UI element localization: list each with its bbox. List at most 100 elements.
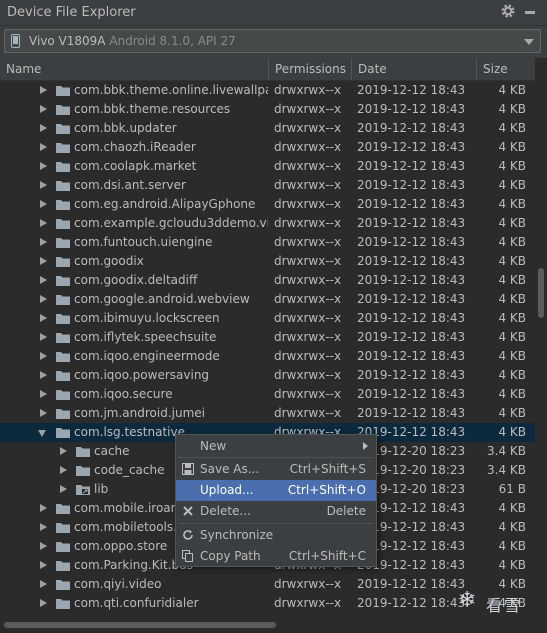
table-row[interactable]: com.qiyi.video drwxrwx--x 2019-12-12 18:43…: [0, 575, 535, 594]
file-permissions: drwxrwx--x: [274, 577, 342, 591]
folder-icon: [56, 561, 70, 571]
column-date[interactable]: Date: [351, 58, 476, 80]
menu-delete[interactable]: Delete... Delete: [176, 501, 376, 522]
folder-icon: [56, 181, 70, 191]
file-permissions: drwxrwx--x: [274, 197, 342, 211]
table-row[interactable]: com.goodix drwxrwx--x 2019-12-12 18:43 4 KB: [0, 252, 535, 271]
chevron-right-icon[interactable]: [40, 523, 47, 531]
folder-icon: [56, 523, 70, 533]
watermark: ❄ 看雪: [458, 586, 538, 616]
table-row[interactable]: com.iqoo.engineermode drwxrwx--x 2019-12-1…: [0, 347, 535, 366]
minimize-icon[interactable]: [525, 11, 535, 14]
device-selector[interactable]: Vivo V1809A Android 8.1.0, API 27: [4, 29, 541, 53]
column-permissions[interactable]: Permissions: [268, 58, 351, 80]
chevron-right-icon[interactable]: [40, 105, 47, 113]
folder-icon: [76, 447, 90, 457]
file-date: 2019-12-12 18:43: [357, 140, 466, 154]
file-permissions: drwxrwx--x: [274, 596, 342, 610]
menu-item-shortcut: Ctrl+Shift+C: [288, 549, 366, 563]
chevron-right-icon[interactable]: [40, 542, 47, 550]
table-row[interactable]: com.chaozh.iReader drwxrwx--x 2019-12-12 1…: [0, 138, 535, 157]
folder-icon: [56, 257, 70, 267]
chevron-right-icon[interactable]: [40, 504, 47, 512]
table-row[interactable]: com.funtouch.uiengine drwxrwx--x 2019-12-1…: [0, 233, 535, 252]
file-date: 2019-12-12 18:43: [357, 577, 466, 591]
table-row[interactable]: com.iqoo.secure drwxrwx--x 2019-12-12 18:4…: [0, 385, 535, 404]
horizontal-scrollbar-thumb[interactable]: [4, 622, 276, 628]
menu-synchronize[interactable]: Synchronize: [176, 525, 376, 546]
sync-icon: [182, 529, 194, 541]
table-row[interactable]: com.ibimuyu.lockscreen drwxrwx--x 2019-12-…: [0, 309, 535, 328]
chevron-right-icon[interactable]: [40, 86, 47, 94]
chevron-right-icon[interactable]: [40, 561, 47, 569]
chevron-right-icon[interactable]: [40, 314, 47, 322]
file-name: com.iqoo.powersaving: [74, 368, 210, 382]
chevron-right-icon[interactable]: [40, 257, 47, 265]
table-row[interactable]: com.coolapk.market drwxrwx--x 2019-12-12 1…: [0, 157, 535, 176]
file-size: 4 KB: [498, 292, 526, 306]
folder-icon: [56, 295, 70, 305]
column-name[interactable]: Name: [0, 58, 268, 80]
file-date: 2019-12-12 18:43: [357, 235, 466, 249]
file-date: 2019-12-12 18:43: [357, 83, 466, 97]
chevron-down-icon[interactable]: [524, 39, 534, 45]
chevron-down-icon[interactable]: [38, 430, 46, 437]
file-date: 2019-12-12 18:43: [357, 216, 466, 230]
menu-new[interactable]: New: [176, 436, 376, 457]
table-row[interactable]: com.iflytek.speechsuite drwxrwx--x 2019-12…: [0, 328, 535, 347]
folder-icon: [56, 200, 70, 210]
file-size: 3.4 KB: [487, 444, 526, 458]
menu-upload[interactable]: Upload... Ctrl+Shift+O: [176, 480, 376, 501]
chevron-right-icon[interactable]: [40, 219, 47, 227]
file-size: 4 KB: [498, 254, 526, 268]
chevron-right-icon[interactable]: [40, 238, 47, 246]
folder-icon: [56, 390, 70, 400]
table-row[interactable]: com.jm.android.jumei drwxrwx--x 2019-12-12…: [0, 404, 535, 423]
chevron-right-icon[interactable]: [40, 124, 47, 132]
file-date: 2019-12-12 18:43: [357, 273, 466, 287]
menu-copy-path[interactable]: Copy Path Ctrl+Shift+C: [176, 546, 376, 567]
file-permissions: drwxrwx--x: [274, 254, 342, 268]
vertical-scrollbar[interactable]: [535, 58, 547, 618]
vertical-scrollbar-thumb[interactable]: [538, 268, 544, 318]
chevron-right-icon[interactable]: [40, 181, 47, 189]
file-permissions: drwxrwx--x: [274, 368, 342, 382]
chevron-right-icon[interactable]: [40, 295, 47, 303]
folder-icon: [56, 580, 70, 590]
menu-save-as[interactable]: Save As... Ctrl+Shift+S: [176, 459, 376, 480]
chevron-right-icon[interactable]: [40, 352, 47, 360]
table-row[interactable]: com.bbk.theme.online.livewallpaper drwxrw…: [0, 81, 535, 100]
horizontal-scrollbar[interactable]: [0, 616, 547, 633]
chevron-right-icon[interactable]: [60, 466, 67, 474]
table-row[interactable]: com.goodix.deltadiff drwxrwx--x 2019-12-12…: [0, 271, 535, 290]
chevron-right-icon[interactable]: [40, 276, 47, 284]
table-row[interactable]: com.qti.confuridialer drwxrwx--x 2019-12-1…: [0, 594, 535, 613]
file-name: com.funtouch.uiengine: [74, 235, 213, 249]
chevron-right-icon[interactable]: [60, 447, 67, 455]
chevron-right-icon[interactable]: [40, 162, 47, 170]
column-size[interactable]: Size: [476, 58, 535, 80]
table-row[interactable]: com.iqoo.powersaving drwxrwx--x 2019-12-12…: [0, 366, 535, 385]
table-row[interactable]: com.example.gcloudu3ddemo.vivo drwxrwx--x…: [0, 214, 535, 233]
table-row[interactable]: com.google.android.webview drwxrwx--x 2019…: [0, 290, 535, 309]
chevron-right-icon[interactable]: [40, 143, 47, 151]
file-date: 2019-12-12 18:43: [357, 178, 466, 192]
file-name: com.goodix: [74, 254, 144, 268]
chevron-right-icon[interactable]: [40, 599, 47, 607]
table-row[interactable]: com.bbk.theme.resources drwxrwx--x 2019-12…: [0, 100, 535, 119]
chevron-right-icon[interactable]: [40, 409, 47, 417]
table-row[interactable]: com.bbk.updater drwxrwx--x 2019-12-12 18:4…: [0, 119, 535, 138]
chevron-right-icon[interactable]: [40, 580, 47, 588]
folder-icon: [56, 352, 70, 362]
chevron-right-icon[interactable]: [40, 390, 47, 398]
table-row[interactable]: com.eg.android.AlipayGphone drwxrwx--x 201…: [0, 195, 535, 214]
gear-icon[interactable]: [500, 3, 516, 19]
chevron-right-icon[interactable]: [60, 485, 67, 493]
table-row[interactable]: com.dsi.ant.server drwxrwx--x 2019-12-12 1…: [0, 176, 535, 195]
file-size: 4 KB: [498, 311, 526, 325]
chevron-right-icon[interactable]: [40, 200, 47, 208]
chevron-right-icon[interactable]: [40, 333, 47, 341]
file-permissions: drwxrwx--x: [274, 406, 342, 420]
file-size: 4 KB: [498, 368, 526, 382]
chevron-right-icon[interactable]: [40, 371, 47, 379]
